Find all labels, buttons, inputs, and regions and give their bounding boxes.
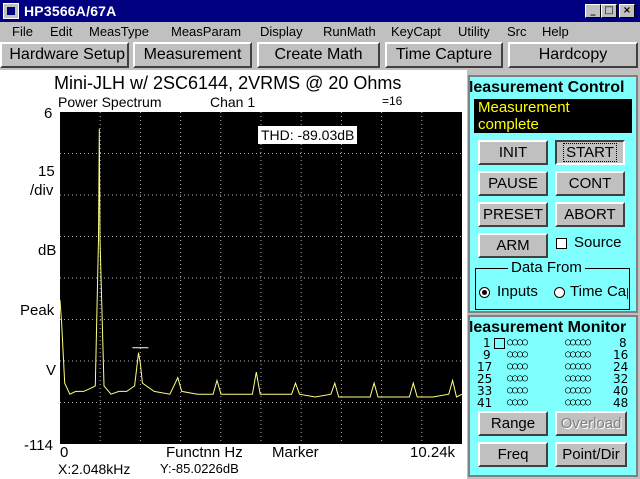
monitor-row-end: 48 <box>613 396 629 410</box>
abort-button[interactable]: ABORT <box>555 202 625 227</box>
menu-utility[interactable]: Utility <box>458 24 490 39</box>
x-axis-start-label: 0 <box>60 444 69 461</box>
monitor-row-start: 41 <box>477 396 493 410</box>
y-axis-div-label: /div <box>30 182 54 199</box>
init-button[interactable]: INIT <box>478 140 548 165</box>
measurement-control-header: Measurement Control <box>470 79 625 96</box>
hardware-setup-button[interactable]: Hardware Setup <box>0 42 129 68</box>
monitor-indicators-right: ○○○○○ <box>565 385 591 396</box>
start-button[interactable]: START <box>555 140 625 165</box>
monitor-indicators-left: ○○○○ <box>507 397 528 408</box>
monitor-indicators-right: ○○○○○ <box>565 397 591 408</box>
point-dir-button[interactable]: Point/Dir <box>555 442 627 467</box>
freq-button[interactable]: Freq <box>478 442 548 467</box>
close-button[interactable]: × <box>619 4 635 18</box>
spectrum-plot[interactable] <box>60 112 462 444</box>
monitor-indicators-right: ○○○○○ <box>565 349 591 360</box>
source-checkbox-label: Source <box>574 234 622 251</box>
menu-bar: File Edit MeasType MeasParam Display Run… <box>0 22 640 41</box>
pause-button[interactable]: PAUSE <box>478 171 548 196</box>
plot-average-count: =16 <box>382 94 403 108</box>
monitor-indicators-left: ○○○○ <box>507 385 528 396</box>
menu-runmath[interactable]: RunMath <box>323 24 376 39</box>
menu-src[interactable]: Src <box>507 24 527 39</box>
monitor-indicators-left: ○○○○ <box>507 373 528 384</box>
y-axis-top-label: 6 <box>44 105 53 122</box>
y-axis-unit-label: dB <box>38 242 57 259</box>
menu-measparam[interactable]: MeasParam <box>171 24 241 39</box>
plot-channel: Chan 1 <box>210 94 256 110</box>
marker-label: Marker <box>272 444 319 461</box>
plot-title: Mini-JLH w/ 2SC6144, 2VRMS @ 20 Ohms <box>54 73 402 93</box>
monitor-cursor-icon <box>494 338 505 349</box>
menu-help[interactable]: Help <box>542 24 569 39</box>
inputs-radio-label: Inputs <box>497 283 538 300</box>
x-axis-end-label: 10.24k <box>410 444 456 461</box>
monitor-indicators-right: ○○○○○ <box>565 373 591 384</box>
preset-button[interactable]: PRESET <box>478 202 548 227</box>
overload-button: Overload <box>555 411 627 436</box>
y-axis-bottom-label: -114 <box>24 437 53 454</box>
time-capture-button[interactable]: Time Capture <box>385 42 503 68</box>
maximize-button[interactable]: □ <box>601 4 617 18</box>
thd-readout: THD: -89.03dB <box>258 126 358 144</box>
menu-file[interactable]: File <box>12 24 33 39</box>
monitor-indicators-right: ○○○○○ <box>565 337 591 348</box>
data-from-label: Data From <box>508 259 585 276</box>
menu-keycapt[interactable]: KeyCapt <box>391 24 441 39</box>
measurement-status: Measurement complete <box>474 99 632 133</box>
plot-mode: Power Spectrum <box>58 94 162 110</box>
time-capture-radio[interactable] <box>554 287 565 298</box>
monitor-indicators-left: ○○○○ <box>507 349 528 360</box>
start-button-label: START <box>563 143 617 162</box>
title-bar: HP3566A/67A _ □ × <box>0 0 640 22</box>
marker-y-readout: Y:-85.0226dB <box>160 461 239 476</box>
cont-button[interactable]: CONT <box>555 171 625 196</box>
menu-display[interactable]: Display <box>260 24 303 39</box>
time-capture-radio-label: Time Capture <box>570 283 628 300</box>
create-math-button[interactable]: Create Math <box>257 42 380 68</box>
menu-meastype[interactable]: MeasType <box>89 24 149 39</box>
minimize-button[interactable]: _ <box>585 4 601 18</box>
monitor-indicators-right: ○○○○○ <box>565 361 591 372</box>
window-title: HP3566A/67A <box>24 3 117 19</box>
hardcopy-button[interactable]: Hardcopy <box>508 42 638 68</box>
measurement-button[interactable]: Measurement <box>133 42 252 68</box>
measurement-monitor-header: Measurement Monitor <box>470 319 627 336</box>
app-icon[interactable] <box>3 3 19 19</box>
arm-button[interactable]: ARM <box>478 233 548 258</box>
monitor-indicators-left: ○○○○ <box>507 337 528 348</box>
menu-edit[interactable]: Edit <box>50 24 72 39</box>
x-axis-label: Functnn Hz <box>166 444 243 461</box>
monitor-indicators-left: ○○○○ <box>507 361 528 372</box>
source-checkbox[interactable] <box>556 238 567 249</box>
marker-x-readout: X:2.048kHz <box>58 461 131 477</box>
y-axis-scale-label: 15 <box>38 163 55 180</box>
y-axis-v-label: V <box>46 362 57 379</box>
inputs-radio[interactable] <box>479 287 490 298</box>
range-button[interactable]: Range <box>478 411 548 436</box>
y-axis-peak-label: Peak <box>20 302 55 319</box>
